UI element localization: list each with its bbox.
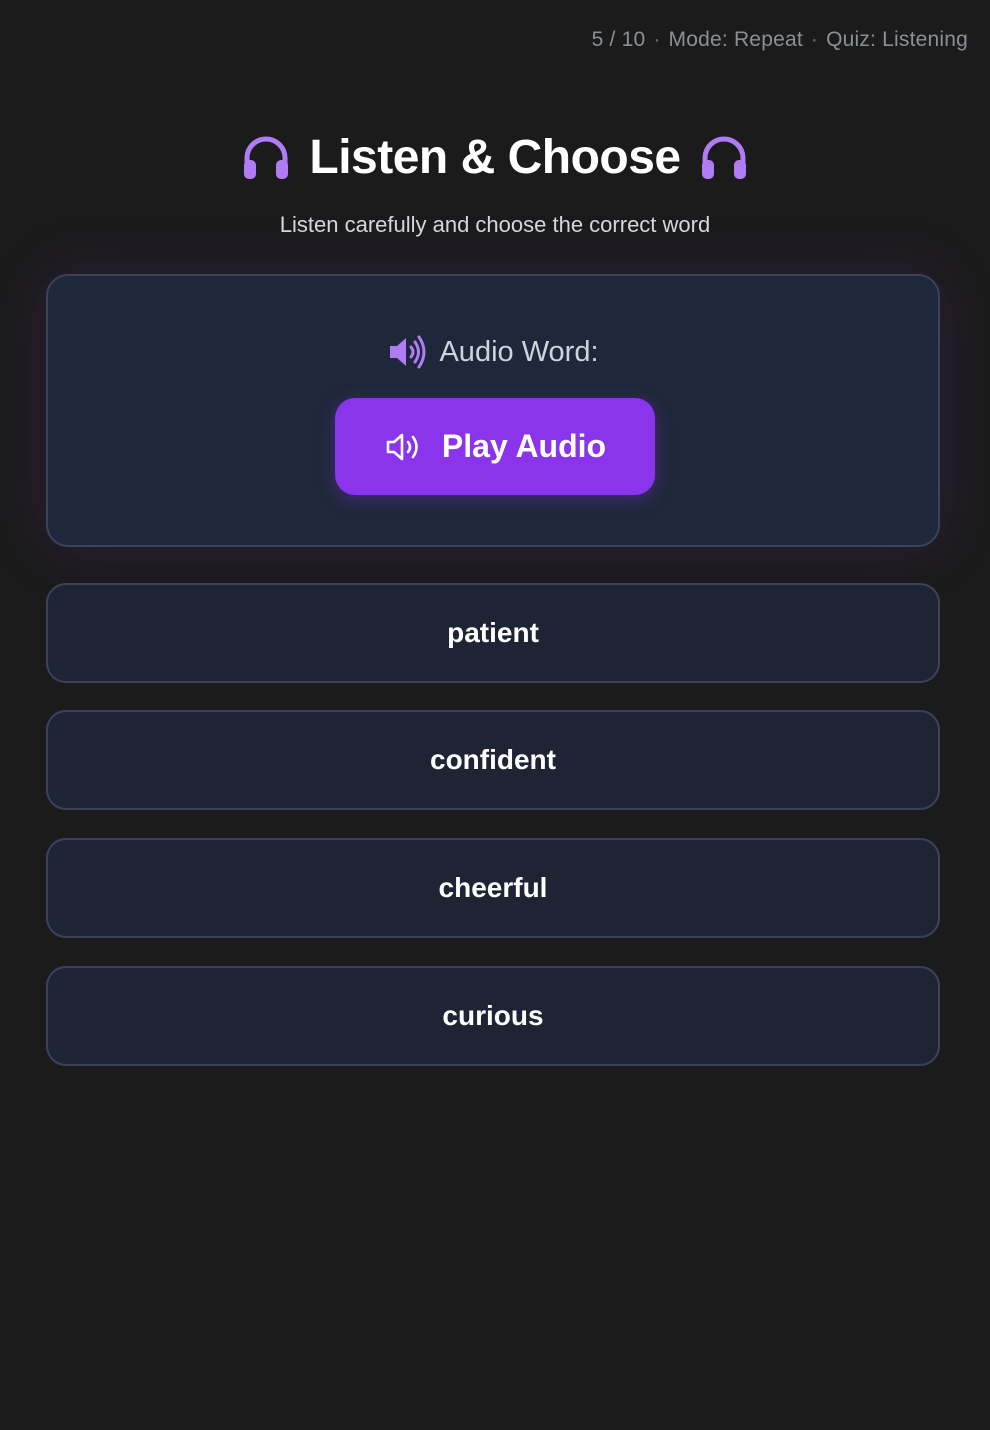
answer-option-curious[interactable]: curious [46, 966, 940, 1066]
audio-word-label: Audio Word: [439, 335, 599, 368]
answer-option-patient[interactable]: patient [46, 583, 940, 683]
answer-option-cheerful[interactable]: cheerful [46, 838, 940, 938]
status-separator: · [810, 28, 819, 51]
status-separator: · [653, 28, 661, 51]
headphones-icon [244, 136, 289, 179]
mode-label: Mode: Repeat [668, 28, 803, 51]
headphones-icon [701, 136, 746, 179]
status-bar: 5 / 10 · Mode: Repeat · Quiz: Listening [592, 28, 968, 52]
audio-card: Audio Word: Play Audio [46, 274, 940, 547]
page-subtitle: Listen carefully and choose the correct … [279, 212, 711, 237]
play-audio-label: Play Audio [441, 428, 607, 464]
quiz-type-label: Quiz: Listening [826, 28, 968, 51]
page-header: Listen & Choose [0, 130, 990, 185]
play-audio-button[interactable]: Play Audio [335, 398, 655, 495]
answer-option-confident[interactable]: confident [46, 710, 940, 810]
page-title: Listen & Choose [309, 131, 681, 184]
speaker-icon [390, 335, 426, 369]
speaker-outline-icon [386, 433, 418, 460]
progress-counter: 5 / 10 [591, 28, 646, 51]
audio-word-heading: Audio Word: [48, 334, 938, 370]
